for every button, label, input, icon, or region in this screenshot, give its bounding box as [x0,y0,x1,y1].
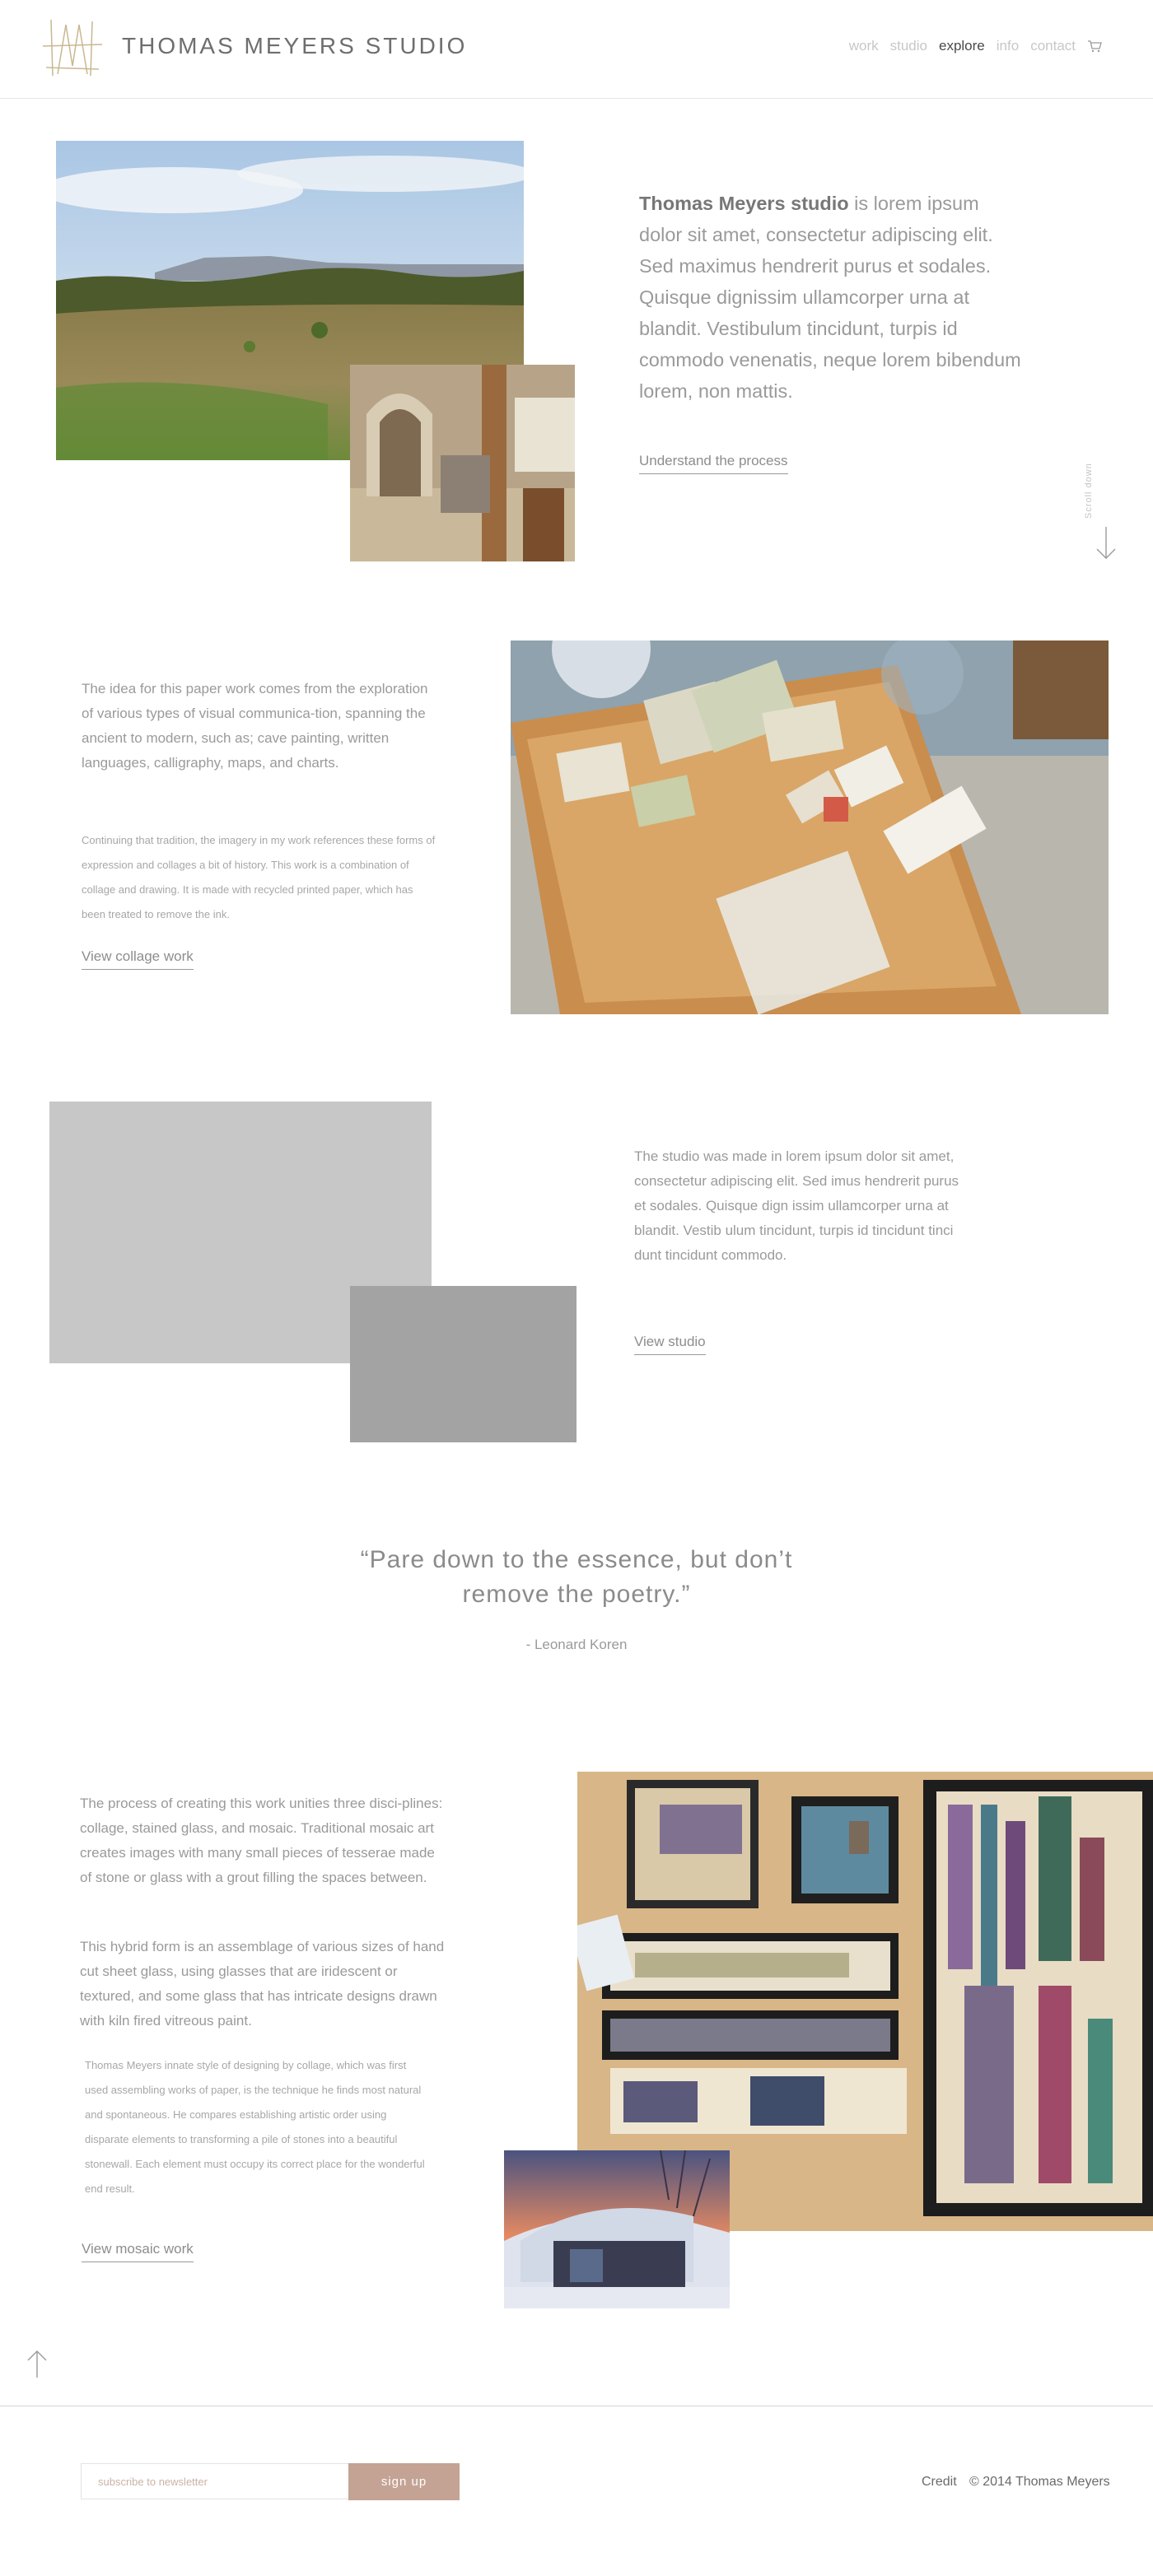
copyright-text: © 2014 Thomas Meyers [969,2475,1110,2489]
nav-contact[interactable]: contact [1030,38,1076,54]
intro-text: Thomas Meyers studio is lorem ipsum dolo… [639,188,1023,407]
interior-photo [350,365,575,561]
view-studio-link[interactable]: View studio [634,1334,706,1355]
nav-studio[interactable]: studio [890,38,927,54]
sign-up-button[interactable]: sign up [348,2463,460,2500]
nav-info[interactable]: info [997,38,1019,54]
main-nav: work studio explore info contact [849,38,1102,54]
nav-work[interactable]: work [849,38,879,54]
quote-text: “Pare down to the essence, but don’t rem… [360,1546,793,1608]
mosaic-intro: The process of creating this work unitie… [80,1796,443,1885]
studio-text: The studio was made in lorem ipsum dolor… [634,1148,959,1263]
studio-image-placeholder-small [350,1286,576,1442]
view-mosaic-link[interactable]: View mosaic work [82,2241,194,2262]
credit-link[interactable]: Credit [922,2475,957,2490]
quote-author: - Leonard Koren [525,1637,628,1652]
cart-icon[interactable] [1087,39,1102,54]
brand-name[interactable]: THOMAS MEYERS STUDIO [122,33,467,59]
mosaic-hybrid: This hybrid form is an assemblage of var… [80,1939,445,2029]
winter-studio-photo [504,2150,730,2308]
arrow-down-icon[interactable] [1095,527,1117,560]
mosaic-detail: Thomas Meyers innate style of designing … [85,2059,425,2195]
collage-detail: Continuing that tradition, the imagery i… [82,834,436,920]
intro-brand: Thomas Meyers studio [639,193,849,214]
collage-intro: The idea for this paper work comes from … [82,681,428,771]
site-header: THOMAS MEYERS STUDIO work studio explore… [0,0,1153,99]
nav-explore[interactable]: explore [939,38,985,54]
collage-table-photo [511,641,1109,1014]
scroll-down-label: Scroll down [1084,463,1094,519]
newsletter-email-input[interactable] [81,2463,348,2499]
logo-icon[interactable] [41,16,104,79]
intro-body: is lorem ipsum dolor sit amet, consectet… [639,193,1021,402]
understand-process-link[interactable]: Understand the process [639,453,788,474]
view-collage-link[interactable]: View collage work [82,948,194,970]
arrow-up-icon[interactable] [25,2350,49,2378]
